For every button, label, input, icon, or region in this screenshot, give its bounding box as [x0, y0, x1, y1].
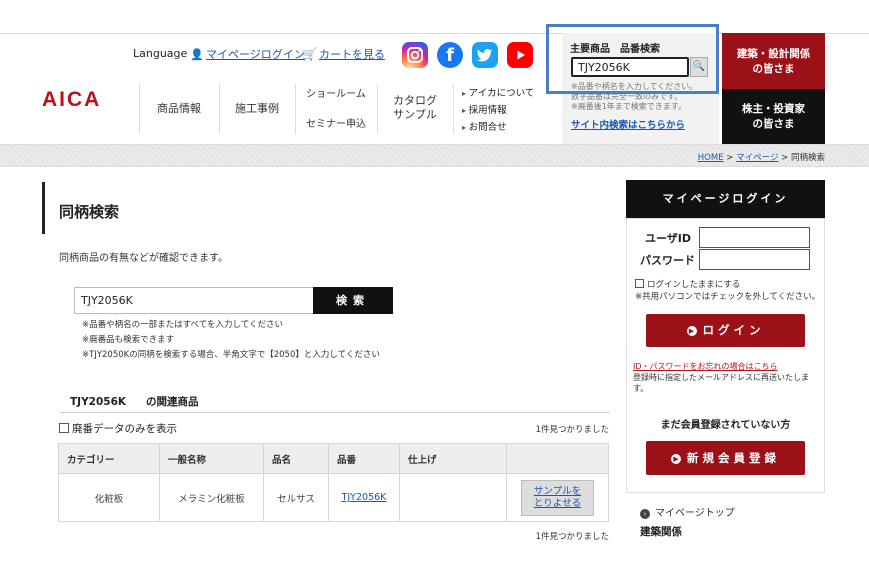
nav-contact[interactable]: お問合せ [462, 119, 534, 136]
breadcrumb: HOME > マイページ > 同柄検索 [698, 151, 825, 163]
col-sample [506, 443, 609, 474]
result-count: 1件見つかりました [535, 425, 609, 435]
search-notes: ※品番や柄名の一部またはすべてを入力してください ※廃番品も検索できます ※TJ… [82, 318, 380, 363]
aica-logo[interactable]: AICA [42, 88, 101, 112]
section-label: 建築関係 [640, 526, 682, 538]
nav-catalog-line2: サンプル [393, 108, 437, 121]
product-code-link[interactable]: TJY2056K [342, 492, 387, 503]
nav-seminar[interactable]: セミナー申込 [295, 115, 377, 130]
user-icon: 👤 [190, 48, 204, 61]
mypage-top-label: マイページトップ [655, 508, 735, 519]
user-id-input[interactable] [699, 227, 810, 248]
related-suffix: の関連商品 [146, 396, 199, 408]
search-button[interactable]: 検索 [313, 287, 393, 314]
title-accent-bar [42, 182, 45, 234]
cell-finish [399, 473, 507, 522]
login-button[interactable]: ▶ ログイン [646, 314, 805, 347]
results-table: カテゴリー 一般名称 品名 品番 仕上げ 化粧板 メラミン化粧板 セルサス TJ… [58, 443, 609, 522]
pattern-search-input[interactable] [74, 287, 314, 314]
search-note: ※廃番品も検索できます [82, 335, 175, 345]
chevron-right-icon: › [640, 509, 650, 519]
result-count-bottom: 1件見つかりました [535, 532, 609, 542]
sample-line2: とりよせる [533, 497, 582, 509]
breadcrumb-separator: > [726, 153, 734, 163]
remember-note: ※共用パソコンではチェックを外してください。 [635, 292, 821, 302]
facebook-icon[interactable]: f [437, 42, 463, 68]
sample-line1: サンプルを [533, 485, 582, 497]
register-button[interactable]: ▶ 新規会員登録 [646, 441, 805, 475]
highlight-frame [546, 24, 719, 94]
related-code: TJY2056K [70, 396, 127, 408]
cell-sample: サンプルを とりよせる [506, 473, 609, 522]
arrow-circle-icon: ▶ [671, 454, 681, 464]
remember-label: ログインしたままにする [647, 280, 741, 290]
nav-cases[interactable]: 施工事例 [219, 100, 295, 116]
nav-catalog-sample[interactable]: カタログ サンプル [377, 94, 453, 122]
password-label: パスワード [640, 254, 695, 267]
product-search-note: ※廃番後1年まで検索できます。 [571, 102, 686, 111]
remember-checkbox-row[interactable]: ログインしたままにする [635, 279, 820, 291]
checkbox[interactable] [635, 279, 644, 288]
col-general-name: 一般名称 [159, 443, 264, 474]
forgot-password-link[interactable]: ID・パスワードをお忘れの場合はこちら [633, 361, 778, 372]
user-id-label: ユーザID [645, 232, 692, 245]
arrow-circle-icon: ▶ [686, 326, 697, 336]
architect-portal-button[interactable]: 建築・設計関係 の皆さま [722, 33, 825, 89]
mypage-login-text[interactable]: マイページログイン [206, 48, 305, 61]
checkbox[interactable] [59, 423, 69, 433]
forgot-password-note: 登録時に指定したメールアドレスに再送いたします。 [633, 373, 809, 393]
investor-portal-line2: の皆さま [752, 118, 795, 130]
login-button-label: ログイン [702, 323, 765, 337]
col-product-name: 品名 [263, 443, 329, 474]
cell-product-name: セルサス [263, 473, 329, 522]
login-heading: マイページログイン [626, 180, 825, 218]
mypage-top-link[interactable]: › マイページトップ [640, 504, 735, 519]
related-products-heading: TJY2056K の関連商品 [70, 394, 199, 409]
investor-portal-button[interactable]: 株主・投資家 の皆さま [722, 89, 825, 144]
search-note: ※品番や柄名の一部またはすべてを入力してください [82, 320, 284, 330]
cart-icon: 🛒 [302, 47, 317, 61]
architect-portal-line2: の皆さま [752, 63, 795, 75]
register-button-label: 新規会員登録 [687, 451, 780, 465]
nav-showroom[interactable]: ショールーム [295, 85, 377, 100]
breadcrumb-current: 同柄検索 [790, 153, 825, 163]
nav-catalog-line1: カタログ [393, 94, 437, 107]
mypage-login-link[interactable]: 👤 マイページログイン [190, 46, 305, 62]
password-input[interactable] [699, 249, 810, 270]
checkbox-label: 廃番データのみを表示 [72, 423, 177, 435]
cart-link[interactable]: 🛒 カートを見る [302, 46, 385, 62]
nav-divider [453, 84, 454, 134]
cell-product-code: TJY2056K [328, 473, 400, 522]
investor-portal-line1: 株主・投資家 [742, 103, 805, 115]
page-title: 同柄検索 [59, 203, 120, 221]
youtube-icon[interactable] [507, 42, 533, 68]
language-label[interactable]: Language [133, 47, 187, 60]
site-search-link[interactable]: サイト内検索はこちらから [571, 117, 685, 131]
page-description: 同柄商品の有無などが確認できます。 [59, 253, 228, 264]
breadcrumb-mypage[interactable]: マイページ [736, 153, 778, 163]
cell-general-name: メラミン化粧板 [159, 473, 264, 522]
remember-login: ログインしたままにする ※共用パソコンではチェックを外してください。 [635, 279, 820, 303]
architect-portal-line1: 建築・設計関係 [736, 48, 811, 60]
cell-category: 化粧板 [58, 473, 160, 522]
nav-recruit[interactable]: 採用情報 [462, 102, 534, 119]
nav-about[interactable]: アイカについて [462, 85, 535, 102]
table-row: 化粧板 メラミン化粧板 セルサス TJY2056K サンプルを とりよせる [58, 473, 609, 522]
col-product-code: 品番 [328, 443, 400, 474]
discontinued-only-checkbox[interactable]: 廃番データのみを表示 [59, 421, 177, 436]
breadcrumb-home[interactable]: HOME [698, 153, 724, 163]
table-header-row: カテゴリー 一般名称 品名 品番 仕上げ [58, 443, 609, 474]
search-note: ※TJY2050Kの同柄を検索する場合、半角文字で【2050】と入力してください [82, 350, 380, 360]
nav-products[interactable]: 商品情報 [139, 100, 219, 116]
not-registered-label: まだ会員登録されていない方 [660, 420, 791, 431]
request-sample-button[interactable]: サンプルを とりよせる [520, 479, 595, 516]
col-finish: 仕上げ [399, 443, 507, 474]
cart-link-text[interactable]: カートを見る [319, 48, 385, 61]
divider [59, 412, 610, 413]
breadcrumb-separator: > [781, 153, 789, 163]
twitter-icon[interactable] [472, 42, 498, 68]
col-category: カテゴリー [58, 443, 160, 474]
instagram-icon[interactable] [402, 42, 428, 68]
nav-secondary-list: アイカについて 採用情報 お問合せ [462, 85, 535, 136]
